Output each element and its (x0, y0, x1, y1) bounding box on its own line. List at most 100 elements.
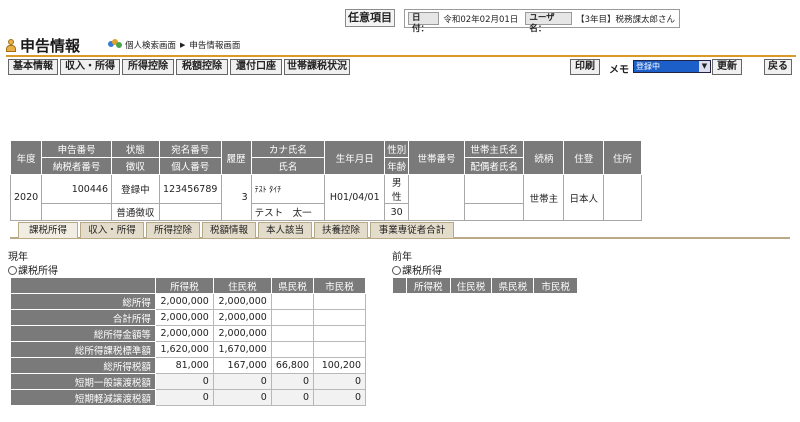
col-sex: 性別 (384, 140, 410, 158)
cell-value: 0 (212, 389, 272, 406)
tab-self-applicable[interactable]: 本人該当 (258, 222, 312, 238)
cell-value: 81,000 (154, 357, 214, 374)
table-header-row: 年度 申告番号 状態 宛名番号 履歴 カナ氏名 生年月日 性別 世帯番号 世帯主… (9, 140, 642, 175)
previous-section: 課税所得 (392, 262, 442, 277)
cell-value: 2,000,000 (212, 325, 272, 342)
cell-name: テスト 太一 (250, 203, 326, 221)
income-deduction-button[interactable]: 所得控除 (122, 59, 174, 75)
cell-value: 0 (313, 389, 366, 406)
row-label: 合計所得 (10, 309, 156, 326)
table-row: 総所得税額 81,000 167,000 66,800 100,200 (10, 357, 366, 374)
col-prefectural-tax: 県民税 (270, 277, 315, 294)
col-birth: 生年月日 (324, 140, 386, 175)
table-row: 総所得 2,000,000 2,000,000 (10, 293, 366, 310)
update-button[interactable]: 更新 (712, 59, 742, 75)
income-button[interactable]: 収入・所得 (60, 59, 120, 75)
table-row: 合計所得 2,000,000 2,000,000 (10, 309, 366, 326)
tab-tax-info[interactable]: 税額情報 (202, 222, 256, 238)
refund-account-button[interactable]: 還付口座 (230, 59, 282, 75)
optional-items-button[interactable]: 任意項目 (345, 9, 395, 27)
row-label: 総所得 (10, 293, 156, 310)
col-prefectural-tax: 県民税 (491, 277, 535, 294)
back-button[interactable]: 戻る (764, 59, 792, 75)
cell-spouse-name (463, 203, 525, 221)
corner-cell (392, 277, 407, 294)
cell-value (270, 309, 315, 326)
table-row: 短期一般譲渡税額 0 0 0 0 (10, 373, 366, 390)
col-report-no: 申告番号 (41, 140, 112, 158)
breadcrumb-search[interactable]: 個人検索画面 (125, 39, 176, 51)
user-value: 【3年目】税務課太郎さん (576, 14, 675, 25)
tab-income[interactable]: 収入・所得 (80, 222, 144, 238)
cell-report-no: 100446 (41, 174, 112, 204)
cell-collection: 普通徴収 (110, 203, 160, 221)
radio-icon[interactable] (392, 266, 401, 275)
table-row: 短期軽減譲渡税額 0 0 0 0 (10, 389, 366, 406)
tax-deduction-button[interactable]: 税額控除 (176, 59, 228, 75)
tab-taxable-income[interactable]: 課税所得 (18, 222, 78, 238)
cell-relation: 世帯主 (523, 174, 565, 221)
cell-value: 1,620,000 (154, 341, 214, 358)
row-label: 総所得金額等 (10, 325, 156, 342)
col-name: 氏名 (250, 157, 326, 175)
cell-value (270, 341, 315, 358)
current-section: 課税所得 (8, 262, 58, 277)
function-toolbar: 基本情報 収入・所得 所得控除 税額控除 還付口座 世帯課税状況 印刷 メモ 登… (8, 59, 798, 76)
corner-cell (10, 277, 156, 294)
cell-value: 0 (313, 373, 366, 390)
col-residence: 住登 (563, 140, 605, 175)
col-spouse-name: 配偶者氏名 (463, 157, 525, 175)
cell-value (313, 341, 366, 358)
col-kana-name: カナ氏名 (250, 140, 326, 158)
row-label: 総所得税額 (10, 357, 156, 374)
basic-info-button[interactable]: 基本情報 (8, 59, 58, 75)
cell-household-no (408, 174, 465, 221)
col-taxpayer-no: 納税者番号 (41, 157, 112, 175)
tab-income-deduction[interactable]: 所得控除 (146, 222, 200, 238)
col-municipal-tax: 市民税 (533, 277, 578, 294)
people-icon (108, 39, 123, 51)
col-relation: 続柄 (523, 140, 565, 175)
col-history: 履歴 (220, 140, 252, 175)
breadcrumb: 個人検索画面 ▶ 申告情報画面 (108, 39, 240, 51)
row-label: 総所得課税標準額 (10, 341, 156, 358)
date-label: 日付： (408, 12, 440, 34)
cell-address (603, 174, 642, 221)
cell-sex: 男性 (384, 174, 410, 204)
col-resident-tax: 住民税 (449, 277, 493, 294)
cell-value (270, 325, 315, 342)
tab-business-family-total[interactable]: 事業専従者合計 (370, 222, 454, 238)
col-municipal-tax: 市民税 (313, 277, 366, 294)
chevron-down-icon[interactable]: ▼ (699, 61, 710, 72)
cell-personal-no (158, 203, 222, 221)
cell-value (313, 293, 366, 310)
memo-select[interactable]: 登録中 ▼ (633, 60, 711, 73)
table-header-row: 所得税 住民税 県民税 市民税 (10, 277, 366, 294)
table-row: 総所得金額等 2,000,000 2,000,000 (10, 325, 366, 342)
cell-value: 66,800 (270, 357, 315, 374)
table-header-row: 所得税 住民税 県民税 市民税 (392, 277, 578, 294)
cell-taxpayer-no (41, 203, 112, 221)
table-row: 総所得課税標準額 1,620,000 1,670,000 (10, 341, 366, 358)
cell-residence: 日本人 (563, 174, 605, 221)
col-income-tax: 所得税 (154, 277, 214, 294)
previous-year-label: 前年 (392, 252, 412, 263)
print-button[interactable]: 印刷 (570, 59, 600, 75)
cell-kana-name: ﾃｽﾄ ﾀｲﾁ (250, 174, 326, 204)
page-title: 申告情報 (20, 36, 81, 55)
cell-value: 0 (270, 389, 315, 406)
radio-icon[interactable] (8, 266, 17, 275)
household-tax-button[interactable]: 世帯課税状況 (284, 59, 350, 75)
title-divider (6, 55, 796, 57)
cell-value: 2,000,000 (212, 293, 272, 310)
detail-tabs: 課税所得 収入・所得 所得控除 税額情報 本人該当 扶養控除 事業専従者合計 (10, 222, 790, 239)
user-label: ユーザ名： (525, 12, 573, 34)
cell-value (270, 293, 315, 310)
row-label: 短期軽減譲渡税額 (10, 389, 156, 406)
col-personal-no: 個人番号 (158, 157, 222, 175)
table-row[interactable]: 2020 100446 登録中 123456789 3 ﾃｽﾄ ﾀｲﾁ H01/… (9, 174, 642, 221)
tab-dependent-deduction[interactable]: 扶養控除 (314, 222, 368, 238)
col-collection: 徴収 (110, 157, 160, 175)
cell-value: 100,200 (313, 357, 366, 374)
breadcrumb-arrow-icon: ▶ (180, 41, 186, 49)
